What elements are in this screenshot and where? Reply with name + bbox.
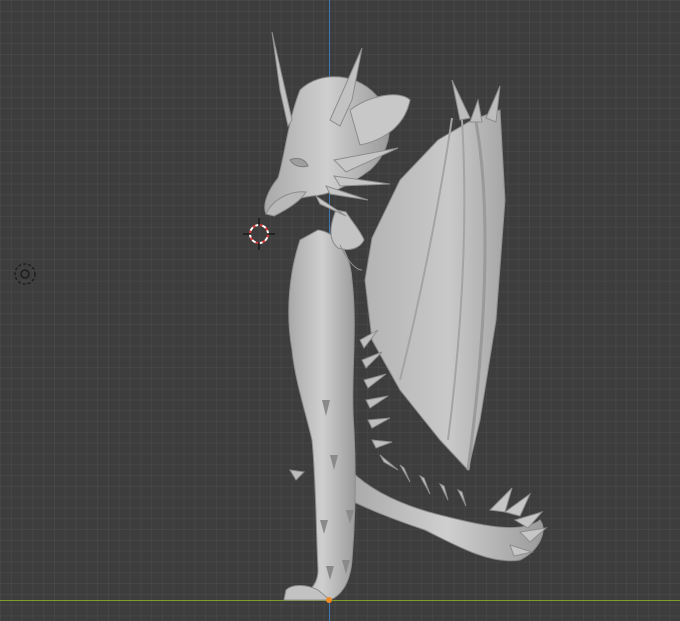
camera-view-icon[interactable] bbox=[13, 262, 37, 286]
3d-cursor-icon[interactable] bbox=[241, 216, 277, 252]
3d-viewport[interactable] bbox=[0, 0, 680, 621]
tail bbox=[349, 468, 548, 562]
world-origin-point bbox=[326, 597, 332, 603]
head bbox=[264, 31, 411, 217]
dragon-model[interactable] bbox=[0, 0, 680, 621]
body bbox=[283, 229, 356, 601]
